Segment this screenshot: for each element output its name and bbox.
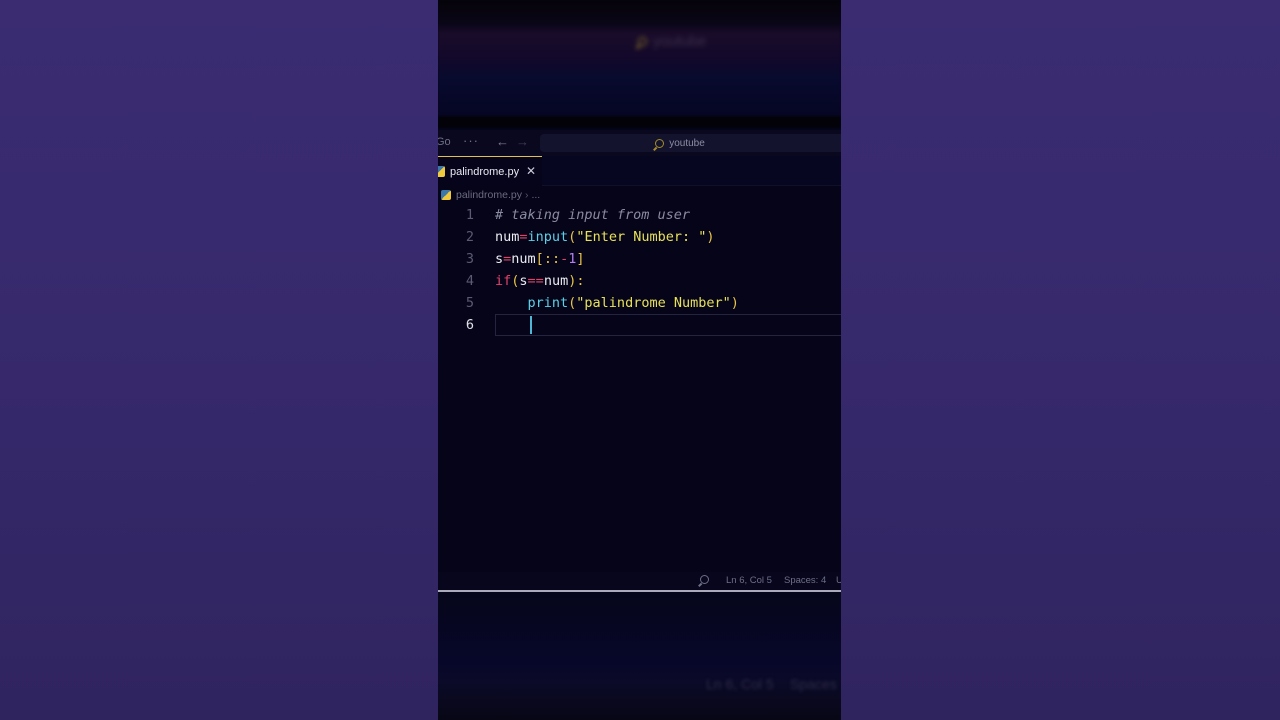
forward-arrow-icon[interactable]: → bbox=[516, 134, 529, 149]
line-code: # taking input from user bbox=[495, 207, 691, 223]
breadcrumb: palindrome.py › ... bbox=[438, 186, 841, 204]
code-line-3: 3 s=num[::-1] bbox=[438, 248, 841, 270]
zoom-magnifier-icon bbox=[700, 575, 709, 584]
background-right bbox=[841, 0, 1280, 720]
python-file-icon bbox=[438, 166, 445, 177]
code-line-6: 6 bbox=[438, 314, 841, 336]
zoom-icon[interactable] bbox=[700, 575, 709, 587]
title-bar: Go ··· ← → youtube bbox=[438, 130, 841, 156]
breadcrumb-separator: › bbox=[524, 189, 529, 201]
line-number: 5 bbox=[465, 295, 474, 311]
line-code: s=num[::-1] bbox=[495, 251, 585, 267]
search-text: youtube bbox=[669, 137, 705, 149]
status-bar: Ln 6, Col 5 Spaces: 4 U bbox=[438, 572, 841, 590]
background-left bbox=[0, 0, 438, 720]
encoding-setting[interactable]: U bbox=[836, 575, 841, 586]
dark-band bbox=[438, 116, 841, 128]
search-icon bbox=[655, 138, 665, 148]
line-code: num=input("Enter Number: ") bbox=[495, 229, 715, 245]
code-line-5: 5 print("palindrome Number") bbox=[438, 292, 841, 314]
tab-palindrome-py[interactable]: palindrome.py ✕ bbox=[438, 156, 542, 186]
current-line-highlight bbox=[495, 314, 841, 336]
tab-filename: palindrome.py bbox=[450, 165, 520, 178]
blurred-search: youtube bbox=[638, 30, 758, 52]
search-icon bbox=[638, 36, 647, 46]
code-editor[interactable]: 1 # taking input from user 2 num=input("… bbox=[438, 204, 841, 572]
go-menu[interactable]: Go bbox=[438, 136, 451, 148]
python-file-icon bbox=[441, 190, 451, 200]
line-code: print("palindrome Number") bbox=[527, 295, 739, 311]
breadcrumb-symbols[interactable]: ... bbox=[531, 189, 540, 201]
code-line-2: 2 num=input("Enter Number: ") bbox=[438, 226, 841, 248]
code-line-1: 1 # taking input from user bbox=[438, 204, 841, 226]
blurred-position: Ln 6, Col 5 bbox=[706, 676, 774, 692]
line-number: 1 bbox=[465, 207, 474, 223]
tab-bar: palindrome.py ✕ bbox=[438, 156, 841, 186]
line-number: 4 bbox=[465, 273, 474, 289]
command-search-bar[interactable]: youtube bbox=[540, 134, 841, 152]
blurred-search-text: youtube bbox=[653, 32, 707, 50]
breadcrumb-file[interactable]: palindrome.py bbox=[456, 189, 522, 201]
back-arrow-icon[interactable]: ← bbox=[496, 134, 509, 149]
line-code: if(s==num): bbox=[495, 273, 585, 289]
text-cursor bbox=[530, 316, 532, 334]
close-icon[interactable]: ✕ bbox=[526, 164, 536, 178]
line-number: 2 bbox=[465, 229, 474, 245]
more-menu-icon[interactable]: ··· bbox=[463, 133, 479, 148]
line-number: 3 bbox=[465, 251, 474, 267]
blurred-bottom-area: Ln 6, Col 5 Spaces bbox=[438, 592, 841, 720]
indentation-setting[interactable]: Spaces: 4 bbox=[784, 575, 826, 586]
blurred-top-area: youtube bbox=[438, 0, 841, 130]
cursor-position[interactable]: Ln 6, Col 5 bbox=[726, 575, 772, 586]
video-frame: youtube Go ··· ← → youtube palindrome.py… bbox=[438, 0, 841, 720]
blurred-spaces: Spaces bbox=[790, 676, 837, 692]
code-line-4: 4 if(s==num): bbox=[438, 270, 841, 292]
line-number: 6 bbox=[465, 317, 474, 333]
